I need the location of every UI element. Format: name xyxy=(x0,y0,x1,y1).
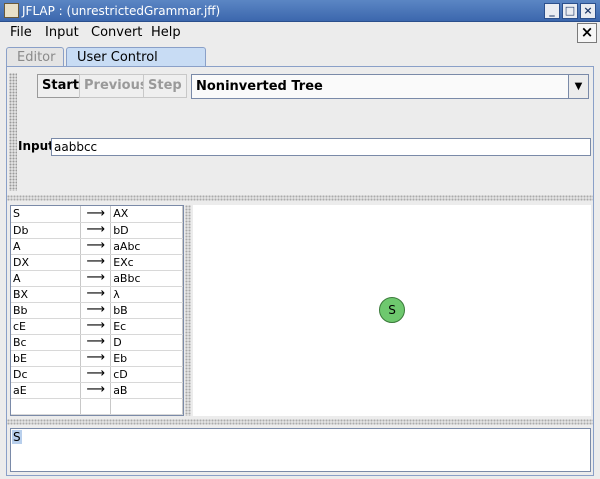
window-title: JFLAP : (unrestrictedGrammar.jff) xyxy=(22,4,221,18)
rule-lhs[interactable]: Bb xyxy=(11,302,82,319)
rule-rhs[interactable] xyxy=(110,398,183,415)
rule-lhs[interactable]: bE xyxy=(11,350,82,367)
rule-arrow-icon: ⟶ xyxy=(80,206,112,223)
rule-rhs[interactable]: bD xyxy=(110,222,183,239)
derivation-area: S xyxy=(10,428,591,472)
close-tab-button[interactable]: × xyxy=(577,23,597,43)
rule-lhs[interactable]: BX xyxy=(11,286,82,303)
rule-arrow-icon: ⟶ xyxy=(80,334,112,351)
step-button[interactable]: Step xyxy=(143,74,187,98)
rule-arrow-icon: ⟶ xyxy=(80,222,112,239)
view-mode-select[interactable]: Noninverted Tree ▼ xyxy=(191,74,589,99)
view-mode-value: Noninverted Tree xyxy=(196,79,323,94)
rule-rhs[interactable]: λ xyxy=(110,286,183,303)
grammar-table: S ⟶ AX Db ⟶ bD A ⟶ aAbc DX ⟶ EXc A ⟶ aBbc BX ⟶ λ Bb ⟶ bB cE ⟶ E… xyxy=(10,205,184,416)
chevron-down-icon[interactable]: ▼ xyxy=(568,75,588,98)
rule-lhs[interactable] xyxy=(11,398,82,415)
input-field[interactable]: aabbcc xyxy=(51,138,591,156)
maximize-button[interactable]: □ xyxy=(562,3,578,19)
grammar-row[interactable]: cE ⟶ Ec xyxy=(11,318,183,335)
rule-rhs[interactable]: AX xyxy=(110,206,183,223)
rule-lhs[interactable]: S xyxy=(11,206,82,223)
rule-lhs[interactable]: Bc xyxy=(11,334,82,351)
previous-button[interactable]: Previous xyxy=(79,74,153,98)
rule-rhs[interactable]: aBbc xyxy=(110,270,183,287)
rule-rhs[interactable]: D xyxy=(110,334,183,351)
tab-user-control-parser[interactable]: User Control Parser xyxy=(66,47,206,80)
rule-rhs[interactable]: aB xyxy=(110,382,183,399)
rule-arrow-icon: ⟶ xyxy=(80,254,112,271)
input-label: Input xyxy=(18,139,54,153)
rule-rhs[interactable]: Ec xyxy=(110,318,183,335)
menu-file[interactable]: File xyxy=(10,25,32,40)
grammar-row[interactable]: A ⟶ aAbc xyxy=(11,238,183,255)
rule-rhs[interactable]: cD xyxy=(110,366,183,383)
rule-arrow-icon: ⟶ xyxy=(80,366,112,383)
title-bar: JFLAP : (unrestrictedGrammar.jff) _ □ × xyxy=(0,0,600,22)
grammar-row[interactable]: BX ⟶ λ xyxy=(11,286,183,303)
rule-lhs[interactable]: Dc xyxy=(11,366,82,383)
grammar-row[interactable]: A ⟶ aBbc xyxy=(11,270,183,287)
rule-rhs[interactable]: aAbc xyxy=(110,238,183,255)
rule-arrow-icon: ⟶ xyxy=(80,350,112,367)
parser-panel: Start Previous Step Noninverted Tree ▼ I… xyxy=(6,66,594,476)
grammar-row[interactable]: aE ⟶ aB xyxy=(11,382,183,399)
rule-rhs[interactable]: Eb xyxy=(110,350,183,367)
rule-lhs[interactable]: cE xyxy=(11,318,82,335)
menu-help[interactable]: Help xyxy=(151,25,181,40)
grammar-row[interactable]: Bb ⟶ bB xyxy=(11,302,183,319)
rule-rhs[interactable]: EXc xyxy=(110,254,183,271)
grammar-row[interactable]: Dc ⟶ cD xyxy=(11,366,183,383)
rule-arrow-icon: ⟶ xyxy=(80,302,112,319)
rule-lhs[interactable]: Db xyxy=(11,222,82,239)
rule-arrow-icon xyxy=(80,398,112,415)
input-row: Input aabbcc xyxy=(18,138,592,156)
rule-lhs[interactable]: aE xyxy=(11,382,82,399)
jflap-app-icon xyxy=(4,3,19,18)
split-divider-top[interactable] xyxy=(7,195,593,201)
rule-lhs[interactable]: A xyxy=(11,270,82,287)
menu-bar: File Input Convert Help × xyxy=(0,22,600,44)
grammar-row[interactable] xyxy=(11,398,183,415)
rule-rhs[interactable]: bB xyxy=(110,302,183,319)
start-button[interactable]: Start xyxy=(37,74,84,98)
grammar-row[interactable]: DX ⟶ EXc xyxy=(11,254,183,271)
menu-input[interactable]: Input xyxy=(45,25,79,40)
rule-lhs[interactable]: A xyxy=(11,238,82,255)
rule-arrow-icon: ⟶ xyxy=(80,238,112,255)
rule-lhs[interactable]: DX xyxy=(11,254,82,271)
tree-node-root[interactable]: S xyxy=(379,297,405,323)
minimize-button[interactable]: _ xyxy=(544,3,560,19)
grammar-row[interactable]: bE ⟶ Eb xyxy=(11,350,183,367)
grammar-row[interactable]: S ⟶ AX xyxy=(11,206,183,223)
rule-arrow-icon: ⟶ xyxy=(80,286,112,303)
close-window-button[interactable]: × xyxy=(580,3,596,19)
derivation-string[interactable]: S xyxy=(12,430,22,444)
parser-toolbar: Start Previous Step Noninverted Tree ▼ xyxy=(13,71,589,101)
rule-arrow-icon: ⟶ xyxy=(80,318,112,335)
rule-arrow-icon: ⟶ xyxy=(80,382,112,399)
split-divider-vertical[interactable] xyxy=(185,205,191,416)
rule-arrow-icon: ⟶ xyxy=(80,270,112,287)
menu-convert[interactable]: Convert xyxy=(91,25,142,40)
grammar-row[interactable]: Db ⟶ bD xyxy=(11,222,183,239)
tab-editor[interactable]: Editor xyxy=(6,47,64,67)
tab-strip: Editor User Control Parser xyxy=(0,44,600,80)
grammar-row[interactable]: Bc ⟶ D xyxy=(11,334,183,351)
parse-tree-canvas: S xyxy=(193,205,591,416)
split-divider-bottom[interactable] xyxy=(7,419,593,425)
